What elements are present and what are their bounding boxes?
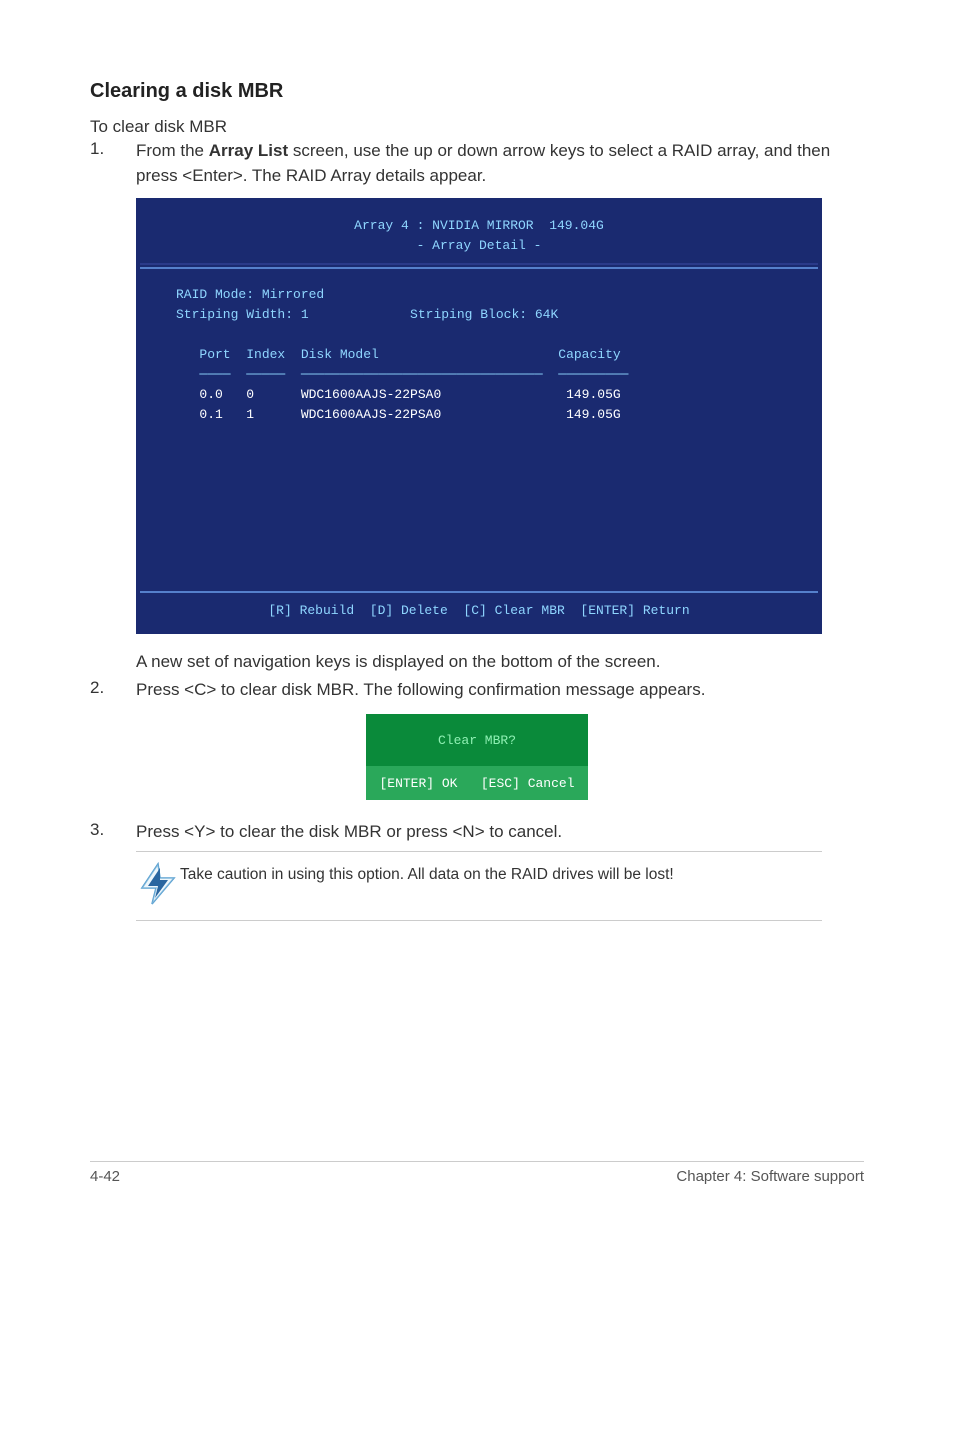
- step-1: 1. From the Array List screen, use the u…: [90, 139, 864, 188]
- step-3: 3. Press <Y> to clear the disk MBR or pr…: [90, 820, 864, 845]
- bios-title-line1: Array 4 : NVIDIA MIRROR 149.04G: [140, 216, 818, 236]
- step-body: Press <Y> to clear the disk MBR or press…: [136, 820, 562, 845]
- caution-block: Take caution in using this option. All d…: [136, 851, 822, 921]
- caution-text: Take caution in using this option. All d…: [180, 860, 674, 884]
- bios-blank: [176, 325, 790, 345]
- step-body: Press <C> to clear disk MBR. The followi…: [136, 678, 705, 703]
- bios-body: RAID Mode: Mirrored Striping Width: 1 St…: [140, 269, 818, 591]
- footer-chapter: Chapter 4: Software support: [676, 1168, 864, 1185]
- after-bios-text: A new set of navigation keys is displaye…: [136, 652, 864, 672]
- step1-bold: Array List: [209, 141, 288, 160]
- footer-page-number: 4-42: [90, 1168, 120, 1185]
- intro-text: To clear disk MBR: [90, 117, 864, 137]
- bios-array-detail-screen: Array 4 : NVIDIA MIRROR 149.04G - Array …: [136, 198, 822, 633]
- page-footer: 4-42 Chapter 4: Software support: [90, 1161, 864, 1185]
- step-body: From the Array List screen, use the up o…: [136, 139, 864, 188]
- section-heading: Clearing a disk MBR: [90, 80, 864, 103]
- bios-row-1: 0.0 0 WDC1600AAJS-22PSA0 149.05G: [176, 385, 790, 405]
- bios-cols-header: Port Index Disk Model Capacity: [176, 345, 790, 365]
- bios-title-line2: - Array Detail -: [140, 236, 818, 256]
- confirm-question: Clear MBR?: [366, 714, 588, 766]
- bios-raid-mode: RAID Mode: Mirrored: [176, 285, 790, 305]
- confirm-dialog: Clear MBR? [ENTER] OK [ESC] Cancel: [366, 714, 588, 800]
- bios-footer: [R] Rebuild [D] Delete [C] Clear MBR [EN…: [140, 593, 818, 630]
- step-number: 2.: [90, 678, 136, 703]
- step1-text-a: From the: [136, 141, 209, 160]
- bios-row-2: 0.1 1 WDC1600AAJS-22PSA0 149.05G: [176, 405, 790, 425]
- bios-striping: Striping Width: 1 Striping Block: 64K: [176, 305, 790, 325]
- lightning-icon: [136, 860, 180, 906]
- step-number: 1.: [90, 139, 136, 188]
- step-2: 2. Press <C> to clear disk MBR. The foll…: [90, 678, 864, 703]
- step-number: 3.: [90, 820, 136, 845]
- bios-cols-underline: ──── ───── ─────────────────────────────…: [176, 365, 790, 385]
- confirm-buttons: [ENTER] OK [ESC] Cancel: [366, 766, 588, 800]
- bios-title: Array 4 : NVIDIA MIRROR 149.04G - Array …: [140, 202, 818, 266]
